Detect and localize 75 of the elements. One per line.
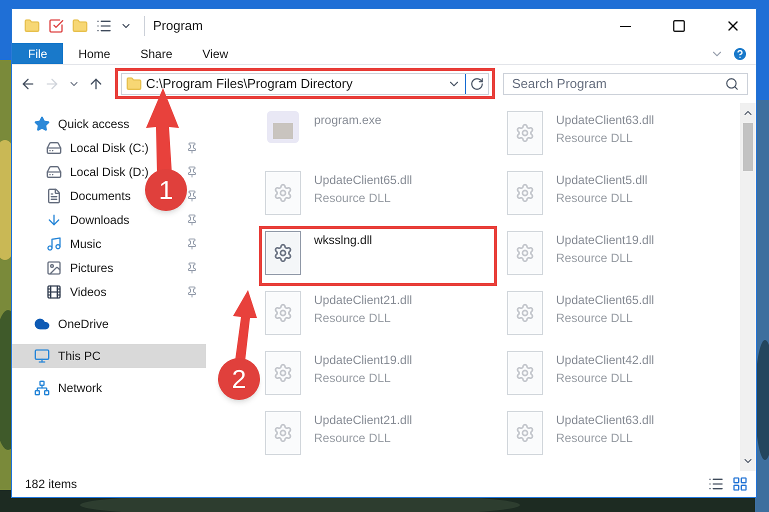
sidebar-item-label[interactable]: Documents	[70, 189, 131, 203]
settings-file-icon	[507, 351, 543, 395]
search-icon[interactable]	[725, 77, 739, 91]
pin-icon[interactable]	[186, 190, 198, 202]
file-type: Resource DLL	[556, 190, 634, 207]
ribbon-tab[interactable]: View	[187, 43, 244, 64]
music-icon	[46, 236, 62, 252]
document-icon	[46, 188, 62, 204]
address-bar[interactable]: C:\Program Files\Program Directory	[121, 73, 489, 95]
sidebar-item-label[interactable]: Pictures	[70, 261, 114, 275]
sidebar-item-label[interactable]: Videos	[70, 285, 106, 299]
maximize-icon	[672, 19, 686, 33]
sidebar-item[interactable]: Network	[12, 376, 206, 400]
settings-file-icon	[265, 171, 301, 215]
sidebar-item[interactable]: This PC	[12, 344, 206, 368]
network-icon	[34, 380, 50, 396]
file-name[interactable]: wksslng.dll	[314, 231, 372, 249]
sidebar-item[interactable]: OneDrive	[12, 312, 206, 336]
search-input[interactable]: Search Program	[512, 74, 725, 94]
ribbon-tab[interactable]: Home	[63, 43, 126, 64]
scrollbar[interactable]	[740, 103, 756, 471]
pin-icon[interactable]	[186, 142, 198, 154]
file-tab[interactable]: File	[12, 43, 64, 64]
help-icon[interactable]	[732, 46, 748, 62]
up-icon[interactable]	[88, 76, 104, 92]
sidebar-item-label[interactable]: Local Disk (D:)	[70, 165, 149, 179]
tiles-view-icon[interactable]	[732, 476, 748, 492]
settings-file-icon	[507, 111, 543, 155]
star-icon	[34, 116, 50, 132]
file-type: Resource DLL	[314, 310, 392, 327]
settings-file-icon	[265, 291, 301, 335]
file-type: Resource DLL	[556, 250, 634, 267]
settings-file-icon	[265, 231, 301, 275]
film-icon	[46, 284, 62, 300]
cloud-icon	[34, 316, 50, 332]
pin-icon[interactable]	[186, 214, 198, 226]
settings-file-icon	[265, 411, 301, 455]
folder-icon	[126, 76, 142, 92]
sidebar-item[interactable]: Quick access	[12, 112, 206, 136]
search-field[interactable]: Search Program	[503, 73, 748, 95]
drive-icon	[46, 164, 62, 180]
settings-file-icon	[507, 171, 543, 215]
settings-file-icon	[507, 411, 543, 455]
program-icon	[267, 111, 299, 143]
ribbon-tab[interactable]: Share	[125, 43, 188, 64]
window-title: Program	[144, 16, 203, 36]
picture-icon	[46, 260, 62, 276]
settings-file-icon	[507, 291, 543, 335]
customize-icon[interactable]	[96, 18, 112, 34]
monitor-icon	[34, 348, 50, 364]
pin-icon[interactable]	[186, 262, 198, 274]
pin-icon[interactable]	[186, 286, 198, 298]
file-type: Resource DLL	[556, 310, 634, 327]
file-type: Resource DLL	[314, 430, 392, 447]
drive-icon	[46, 140, 62, 156]
back-icon[interactable]	[20, 76, 36, 92]
sidebar-item-label[interactable]: Music	[70, 237, 102, 251]
sidebar-item-label[interactable]: Downloads	[70, 213, 130, 227]
file-type: Resource DLL	[556, 430, 634, 447]
file-type: Resource DLL	[314, 370, 392, 387]
properties-icon[interactable]	[48, 18, 64, 34]
pin-icon[interactable]	[186, 166, 198, 178]
details-view-icon[interactable]	[708, 476, 724, 492]
file-type: Resource DLL	[556, 130, 634, 147]
file-type: Resource DLL	[556, 370, 634, 387]
sidebar-item-label[interactable]: Local Disk (C:)	[70, 141, 149, 155]
file-type: Resource DLL	[314, 190, 392, 207]
settings-file-icon	[265, 351, 301, 395]
download-icon	[46, 212, 62, 228]
settings-file-icon	[507, 231, 543, 275]
arrow-annotation	[233, 290, 257, 362]
scrollbar-thumb[interactable]	[743, 123, 753, 171]
pin-icon[interactable]	[186, 238, 198, 250]
item-count: 182 items	[25, 476, 78, 493]
refresh-icon[interactable]	[470, 77, 484, 91]
